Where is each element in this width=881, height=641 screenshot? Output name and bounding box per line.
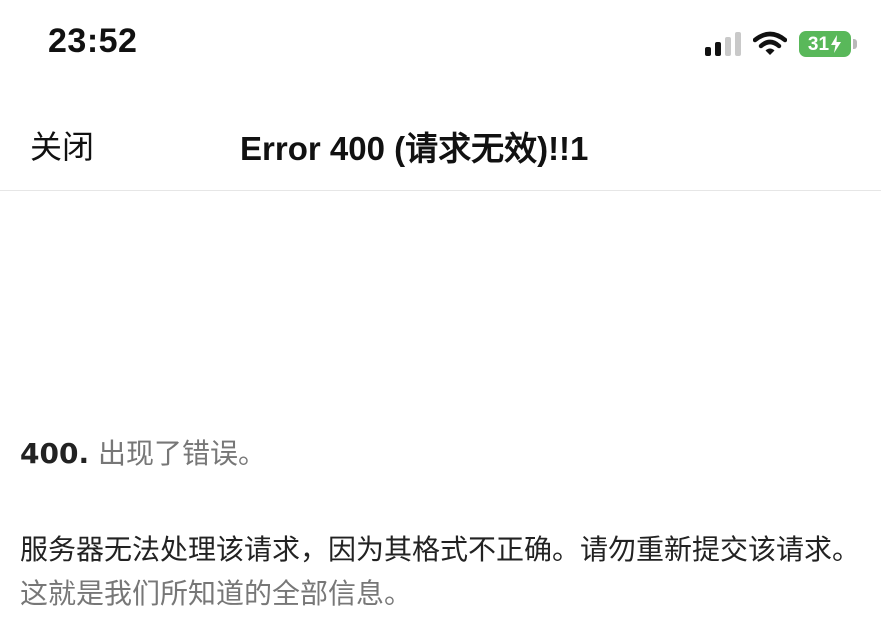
battery-level: 31 [807,33,830,55]
error-page-screen: 23:52 31 关闭 Error 400 (请求无效)!!1 400. 出现了… [0,0,881,641]
error-description-text: 服务器无法处理该请求，因为其格式不正确。请勿重新提交该请求。 [20,533,861,566]
error-code: 400. [20,437,90,470]
status-icons: 31 [705,28,857,60]
error-short-message: 出现了错误。 [98,437,267,470]
status-bar: 23:52 31 [0,0,881,88]
error-description: 服务器无法处理该请求，因为其格式不正确。请勿重新提交该请求。 这就是我们所知道的… [20,528,860,616]
wifi-icon [753,31,787,55]
bolt-icon [831,35,842,53]
page-title: Error 400 (请求无效)!!1 [240,130,589,167]
error-content: 400. 出现了错误。 服务器无法处理该请求，因为其格式不正确。请勿重新提交该请… [20,434,860,616]
error-description-muted: 这就是我们所知道的全部信息。 [20,577,413,610]
cellular-signal-icon [705,32,741,56]
battery-charging-icon: 31 [799,31,857,57]
battery-nub [853,39,857,49]
close-button[interactable]: 关闭 [30,122,94,168]
status-time: 23:52 [48,22,138,60]
nav-bar: 关闭 Error 400 (请求无效)!!1 [0,96,881,191]
error-heading: 400. 出现了错误。 [20,434,860,474]
